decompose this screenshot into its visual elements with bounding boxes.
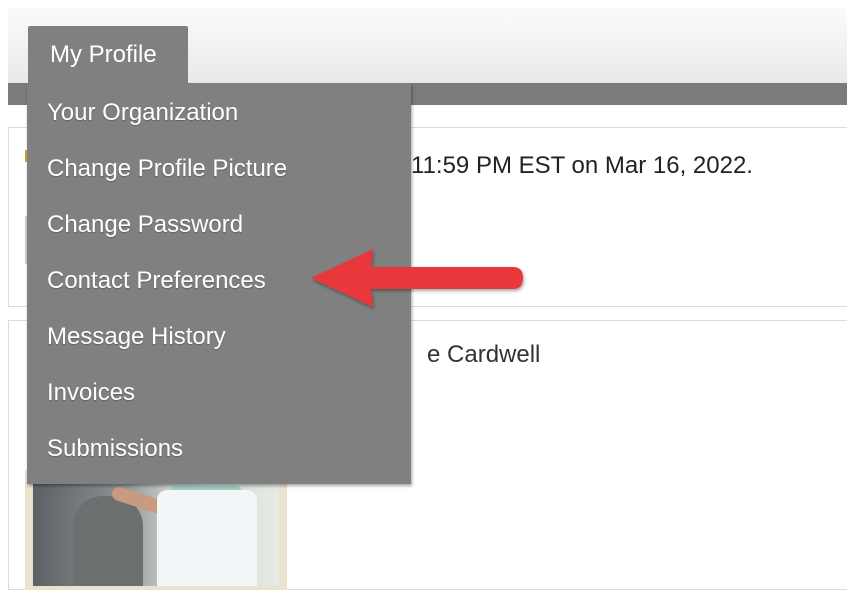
menu-item-submissions[interactable]: Submissions — [27, 421, 411, 477]
menu-item-message-history[interactable]: Message History — [27, 309, 411, 365]
menu-item-invoices[interactable]: Invoices — [27, 365, 411, 421]
photo-person-left — [73, 496, 143, 586]
annotation-arrow-icon — [311, 249, 523, 307]
tab-my-profile[interactable]: My Profile — [28, 26, 188, 83]
profile-name-text: e Cardwell — [427, 341, 541, 368]
profile-picture-frame — [25, 470, 287, 590]
deadline-text: 11:59 PM EST on Mar 16, 2022. — [411, 152, 753, 179]
profile-picture — [33, 476, 279, 586]
menu-item-your-organization[interactable]: Your Organization — [27, 85, 411, 141]
menu-item-change-profile-picture[interactable]: Change Profile Picture — [27, 141, 411, 197]
photo-person-right — [157, 490, 257, 586]
